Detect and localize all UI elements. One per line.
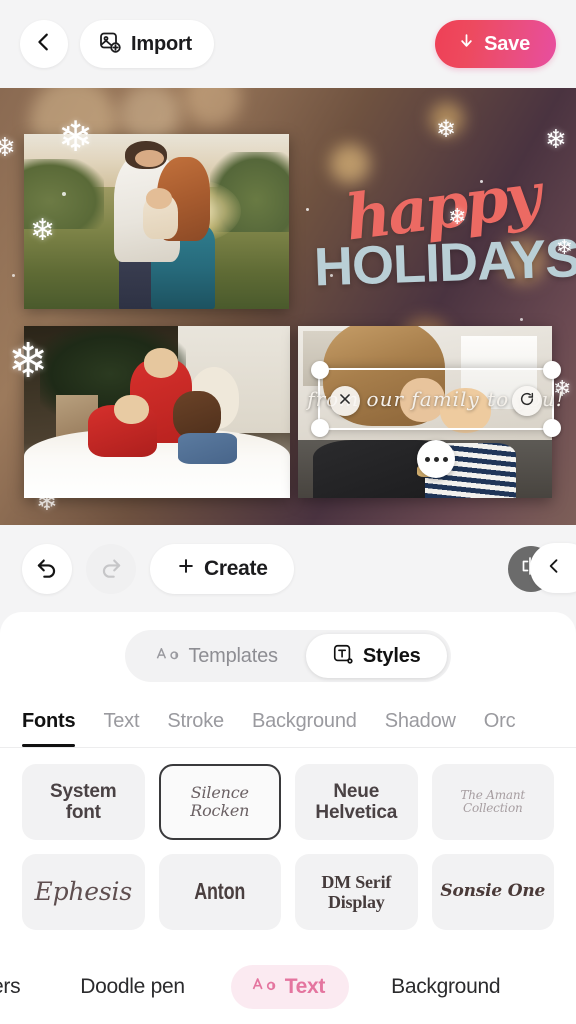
tab-background[interactable]: Background — [252, 710, 357, 747]
aa-icon — [155, 645, 179, 667]
selected-text-element[interactable]: from our family to you! — [307, 361, 564, 437]
tab-stroke[interactable]: Stroke — [167, 710, 224, 747]
rotate-icon — [519, 391, 535, 412]
save-button[interactable]: Save — [435, 20, 556, 68]
delete-text-button[interactable] — [330, 386, 360, 416]
segment-styles-label: Styles — [362, 644, 421, 667]
holiday-headline[interactable]: happy HOLIDAYS — [313, 159, 576, 298]
tab-text[interactable]: Text — [103, 710, 139, 747]
font-card-the-amant-collection[interactable]: The Amant Collection — [431, 764, 554, 840]
redo-button[interactable] — [86, 543, 136, 594]
snowflake-icon: ❄ — [448, 204, 467, 229]
collapse-panel-button[interactable] — [530, 543, 576, 593]
photo-options-button[interactable] — [417, 440, 455, 478]
create-label: Create — [204, 556, 268, 580]
font-card-ephesis[interactable]: Ephesis — [22, 854, 145, 930]
font-card-label: Silence Rocken — [190, 783, 250, 820]
nav-item-text[interactable]: Text — [230, 965, 350, 1009]
photo-content — [24, 326, 290, 498]
snowflake-icon: ❄ — [556, 237, 573, 259]
font-grid: System font Silence Rocken Neue Helvetic… — [0, 748, 576, 930]
segment-styles[interactable]: Styles — [305, 634, 447, 678]
photo-content — [24, 134, 289, 309]
photo-editor-app: Import Save happy HOLIDAYS ❄ ❄ ❄ ❄ ❄ ❄ ❄… — [0, 0, 576, 1024]
resize-handle-bottom-right[interactable] — [543, 419, 561, 437]
bokeh-light — [330, 144, 370, 184]
snowflake-icon: ❄ — [545, 124, 567, 154]
import-button[interactable]: Import — [80, 20, 215, 68]
resize-handle-top-left[interactable] — [311, 361, 329, 379]
snowflake-icon: ❄ — [436, 116, 457, 143]
font-card-label: The Amant Collection — [460, 787, 526, 815]
style-tabs: Fonts Text Stroke Background Shadow Orc — [0, 696, 576, 748]
photo-kids-on-rug[interactable] — [24, 326, 290, 498]
plus-icon — [176, 556, 196, 581]
tab-fonts[interactable]: Fonts — [22, 710, 76, 747]
font-card-neue-helvetica[interactable]: Neue Helvetica — [295, 764, 418, 840]
panel-segmented-wrap: Templates Styles — [0, 612, 576, 696]
font-card-label: Anton — [194, 878, 246, 905]
more-dots-icon — [424, 456, 430, 462]
font-card-label: DM Serif Display — [321, 871, 392, 912]
bokeh-light — [185, 88, 241, 126]
font-card-label: Sonsie One — [440, 881, 546, 902]
top-toolbar: Import Save — [0, 0, 576, 88]
bokeh-light — [430, 102, 464, 136]
tab-order[interactable]: Orc — [484, 710, 516, 747]
import-label: Import — [131, 32, 193, 55]
bottom-navigation: ers Doodle pen Text Background — [0, 950, 576, 1024]
nav-item-background[interactable]: Background — [377, 975, 514, 999]
bokeh-light — [500, 238, 546, 284]
font-card-system-font[interactable]: System font — [22, 764, 145, 840]
text-box-icon — [332, 643, 354, 670]
tab-shadow[interactable]: Shadow — [385, 710, 456, 747]
panel-segmented-control: Templates Styles — [125, 630, 451, 682]
back-button[interactable] — [20, 20, 68, 68]
image-plus-icon — [98, 30, 122, 59]
font-card-label: Neue Helvetica — [315, 780, 398, 823]
photo-family-in-field[interactable] — [24, 134, 289, 309]
resize-handle-top-right[interactable] — [543, 361, 561, 379]
snowflake-icon: ❄ — [0, 132, 16, 162]
create-button[interactable]: Create — [150, 543, 294, 594]
more-dots-icon — [442, 456, 448, 462]
more-dots-icon — [433, 456, 439, 462]
save-label: Save — [484, 32, 530, 55]
segment-templates[interactable]: Templates — [129, 634, 303, 678]
aa-icon — [251, 975, 276, 999]
chevron-left-icon — [544, 556, 564, 581]
nav-item-doodle-pen[interactable]: Doodle pen — [66, 975, 198, 999]
nav-item-text-label: Text — [284, 975, 326, 998]
segment-templates-label: Templates — [188, 644, 278, 667]
chevron-left-icon — [33, 31, 55, 58]
font-card-label: Ephesis — [34, 877, 133, 906]
undo-arrow-icon — [34, 553, 60, 584]
font-card-sonsie-one[interactable]: Sonsie One — [431, 854, 554, 930]
editor-canvas[interactable]: happy HOLIDAYS ❄ ❄ ❄ ❄ ❄ ❄ ❄ ❄ ❄ ❄ from … — [0, 88, 576, 525]
resize-handle-bottom-left[interactable] — [311, 419, 329, 437]
font-card-silence-rocken[interactable]: Silence Rocken — [158, 764, 281, 840]
download-arrow-icon — [457, 32, 476, 56]
close-x-icon — [338, 392, 352, 411]
nav-item-stickers[interactable]: ers — [0, 975, 34, 999]
font-card-anton[interactable]: Anton — [158, 854, 281, 930]
edit-toolbar: Create — [0, 525, 576, 612]
headline-block-text: HOLIDAYS — [313, 228, 576, 298]
rotate-text-button[interactable] — [512, 386, 542, 416]
font-card-label: System font — [50, 780, 117, 823]
redo-arrow-icon — [98, 553, 124, 584]
font-card-dm-serif-display[interactable]: DM Serif Display — [295, 854, 418, 930]
undo-button[interactable] — [22, 543, 72, 594]
headline-script-text: happy — [341, 158, 543, 255]
